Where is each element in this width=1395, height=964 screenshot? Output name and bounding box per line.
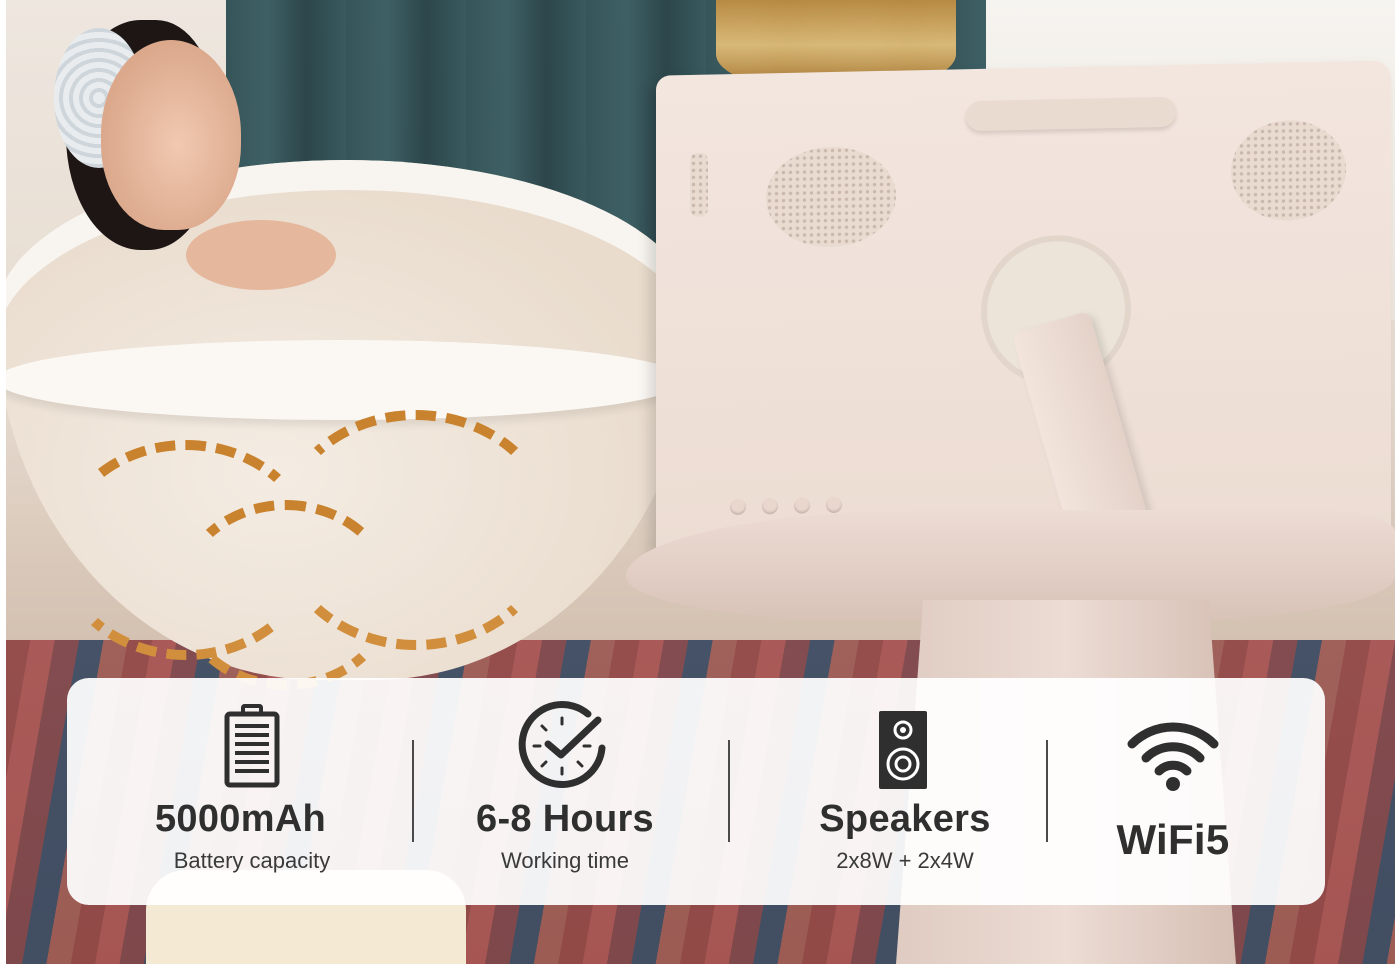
control-button [794, 497, 810, 514]
control-button [826, 496, 842, 514]
battery-icon [224, 704, 280, 788]
feature-subtitle: 2x8W + 2x4W [836, 848, 974, 873]
wifi-icon [1127, 722, 1219, 791]
speaker-icon [879, 711, 927, 789]
carry-handle [966, 96, 1176, 132]
face [101, 40, 241, 230]
feature-title: WiFi5 [1116, 816, 1230, 863]
feature-battery: 5000mAh Battery capacity [67, 678, 414, 905]
feature-title: 6-8 Hours [476, 798, 654, 840]
feature-subtitle: Working time [501, 848, 629, 873]
speaker-grille-right [1231, 119, 1346, 222]
feature-working-time: 6-8 Hours Working time [414, 678, 730, 905]
feature-speakers: Speakers 2x8W + 2x4W [730, 678, 1046, 905]
clock-icon [518, 701, 606, 788]
control-button [762, 498, 778, 515]
feature-title: 5000mAh [154, 798, 327, 840]
feature-title: Speakers [819, 798, 991, 840]
feature-subtitle: Battery capacity [173, 848, 331, 873]
portable-monitor-back [656, 60, 1391, 583]
feature-panel: 5000mAh Battery capacity 6-8 Hours Worki… [67, 678, 1325, 905]
side-vent [690, 152, 708, 217]
speaker-grille-left [766, 145, 896, 249]
tub-rim [6, 340, 686, 420]
shoulder [186, 220, 336, 290]
tub-mosaic-swirl [176, 500, 396, 690]
control-button [730, 498, 746, 516]
feature-wifi: WiFi5 [1048, 678, 1325, 905]
